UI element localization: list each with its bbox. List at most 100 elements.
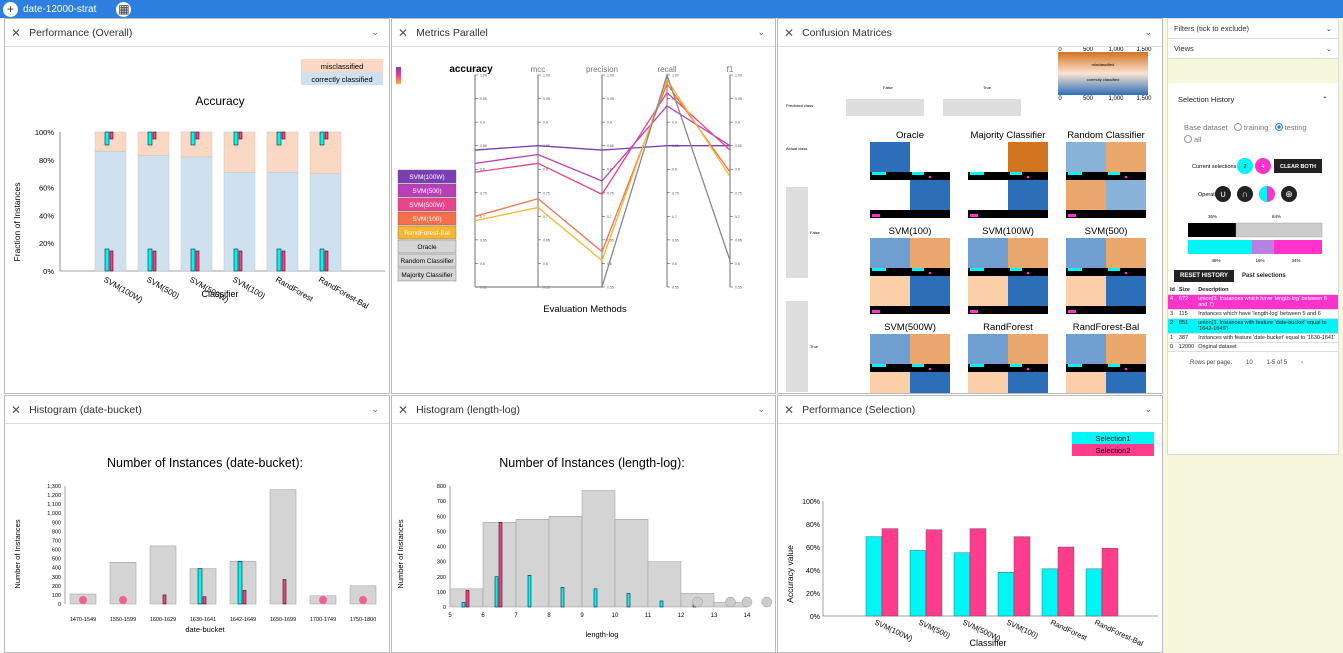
tick-label: 0.75 [607, 191, 614, 195]
selection1-mark [1010, 172, 1022, 175]
cell [1106, 180, 1146, 210]
selection1-mark [970, 364, 984, 367]
selection2-bar [1101, 547, 1119, 617]
selection1-bar [197, 568, 203, 605]
selection-b-label: 4 [1261, 164, 1264, 170]
scale-bottom-label: correctly classified [1087, 77, 1120, 82]
selection-strip [968, 306, 1048, 314]
close-icon[interactable]: ✕ [784, 403, 794, 417]
matrix-title: SVM(100W) [982, 226, 1034, 237]
views-accordion[interactable]: Views ⌄ [1168, 39, 1338, 59]
scale-tick: 1,000 [1108, 47, 1124, 53]
legend-label: RandForest-Bal [404, 230, 450, 237]
selection-dot [1026, 367, 1030, 371]
history-row[interactable]: 3 115 Instances which have 'length-log' be… [1168, 309, 1338, 319]
history-row[interactable]: 2 851 union(1, Instances with feature 'dat… [1168, 318, 1338, 334]
history-row[interactable]: 1 387 Instances with feature 'date-bucket'… [1168, 333, 1338, 343]
tick-label: 0.9 [735, 121, 740, 125]
cell [1008, 372, 1048, 393]
chevron-down-icon[interactable]: ⌄ [371, 404, 379, 415]
chevron-down-icon[interactable]: ⌄ [1144, 404, 1152, 415]
x-tick-label: 7 [514, 613, 518, 619]
panel-title: Performance (Selection) [802, 403, 916, 416]
y-tick-label: 300 [52, 575, 61, 581]
matrix-title: SVM(100) [889, 226, 932, 237]
selection-strip [968, 210, 1048, 218]
history-row[interactable]: 0 12000 Original dataset [1168, 342, 1338, 352]
radio-all[interactable] [1184, 135, 1192, 143]
chevron-down-icon[interactable]: ⌄ [757, 27, 765, 38]
tick-label: 1.00 [735, 74, 742, 78]
tick-label: 0.8 [672, 168, 677, 172]
reset-history-button[interactable]: RESET HISTORY [1174, 270, 1235, 282]
history-cell-size: 672 [1176, 294, 1197, 310]
selection-strip [870, 210, 950, 218]
chevron-down-icon[interactable]: ⌄ [1144, 27, 1152, 38]
y-tick-label: 40% [39, 211, 54, 220]
selection1-mark [1010, 268, 1022, 271]
selection1-bar [953, 552, 971, 617]
selection2-correct-mark [238, 250, 243, 272]
selection-a-label: 2 [1243, 164, 1246, 170]
radio-testing[interactable] [1274, 123, 1283, 131]
chevron-down-icon: ⌄ [1325, 44, 1332, 53]
legend-label: SVM(100) [412, 216, 441, 223]
selection1-mark [1068, 268, 1082, 271]
history-cell-size: 115 [1176, 309, 1197, 319]
close-icon[interactable]: ✕ [784, 26, 794, 40]
y-tick-label: 400 [52, 566, 61, 572]
axis-label: f1 [727, 65, 734, 74]
matrix-title: Majority Classifier [971, 130, 1046, 141]
histogram-date-panel: ✕ Histogram (date-bucket) ⌄ Number of Inst… [4, 395, 390, 653]
chevron-left-icon[interactable]: ‹ [1301, 360, 1303, 366]
chevron-down-icon[interactable]: ⌄ [371, 27, 379, 38]
close-icon[interactable]: ✕ [11, 403, 21, 417]
past-selections-tab[interactable]: Past selections [1242, 273, 1286, 279]
matrix-title: RandForest [983, 322, 1033, 333]
tick-label: 0.7 [607, 215, 612, 219]
views-label: Views [1174, 44, 1194, 53]
plus-icon[interactable]: + [3, 1, 18, 17]
close-icon[interactable]: ✕ [11, 26, 21, 40]
dataset-tab[interactable]: date-12000-strat [23, 4, 96, 15]
histogram-bar [614, 519, 649, 608]
selection1-bar [593, 588, 598, 608]
selection1-mark [233, 131, 239, 146]
x-tick-label: 13 [711, 613, 718, 619]
legend-label: SVM(100W) [409, 174, 444, 181]
selection-dot [928, 271, 932, 275]
grid-icon[interactable]: ▦ [116, 1, 132, 17]
y-tick-label: 400 [437, 545, 446, 551]
selection-history-header[interactable]: Selection History ⌃ [1168, 83, 1338, 104]
selection1-mark [872, 268, 886, 271]
history-row[interactable]: 4 672 union(3, Instances which have 'lengt… [1168, 294, 1338, 310]
sidebar-card: Filters (tick to exclude) ⌄ Views ⌄ Select… [1167, 18, 1339, 455]
x-axis-label: length-log [586, 630, 619, 639]
legend-label: SVM(500) [412, 188, 441, 195]
y-tick-label: 800 [52, 529, 61, 535]
base-dataset-radios: Base dataset training testing all [1168, 104, 1338, 146]
x-tick-label: 1550-1599 [110, 617, 136, 623]
radio-training[interactable] [1233, 123, 1242, 131]
history-label: Selection History [1178, 95, 1235, 104]
selection-strip [1066, 306, 1146, 314]
x-tick-label: RandForest-Bal [317, 275, 370, 311]
predicted-true-box [943, 99, 1021, 116]
selection1-bar [461, 602, 466, 608]
series-line [474, 91, 731, 196]
selection1-bar [1041, 568, 1059, 617]
cell [968, 180, 1008, 210]
history-cell-id: 4 [1168, 294, 1177, 310]
cell [910, 142, 950, 172]
legend-selection2: Selection2 [1095, 446, 1130, 455]
y-tick-label: 700 [437, 499, 446, 505]
history-cell-id: 0 [1168, 342, 1177, 352]
y-tick-label: 100% [35, 128, 55, 137]
close-icon[interactable]: ✕ [398, 26, 408, 40]
legend-label: Majority Classifier [401, 272, 453, 279]
filters-accordion[interactable]: Filters (tick to exclude) ⌄ [1168, 19, 1338, 39]
cell [870, 238, 910, 268]
close-icon[interactable]: ✕ [398, 403, 408, 417]
chevron-down-icon[interactable]: ⌄ [757, 404, 765, 415]
rows-per-page-select[interactable]: 10 [1246, 360, 1253, 366]
